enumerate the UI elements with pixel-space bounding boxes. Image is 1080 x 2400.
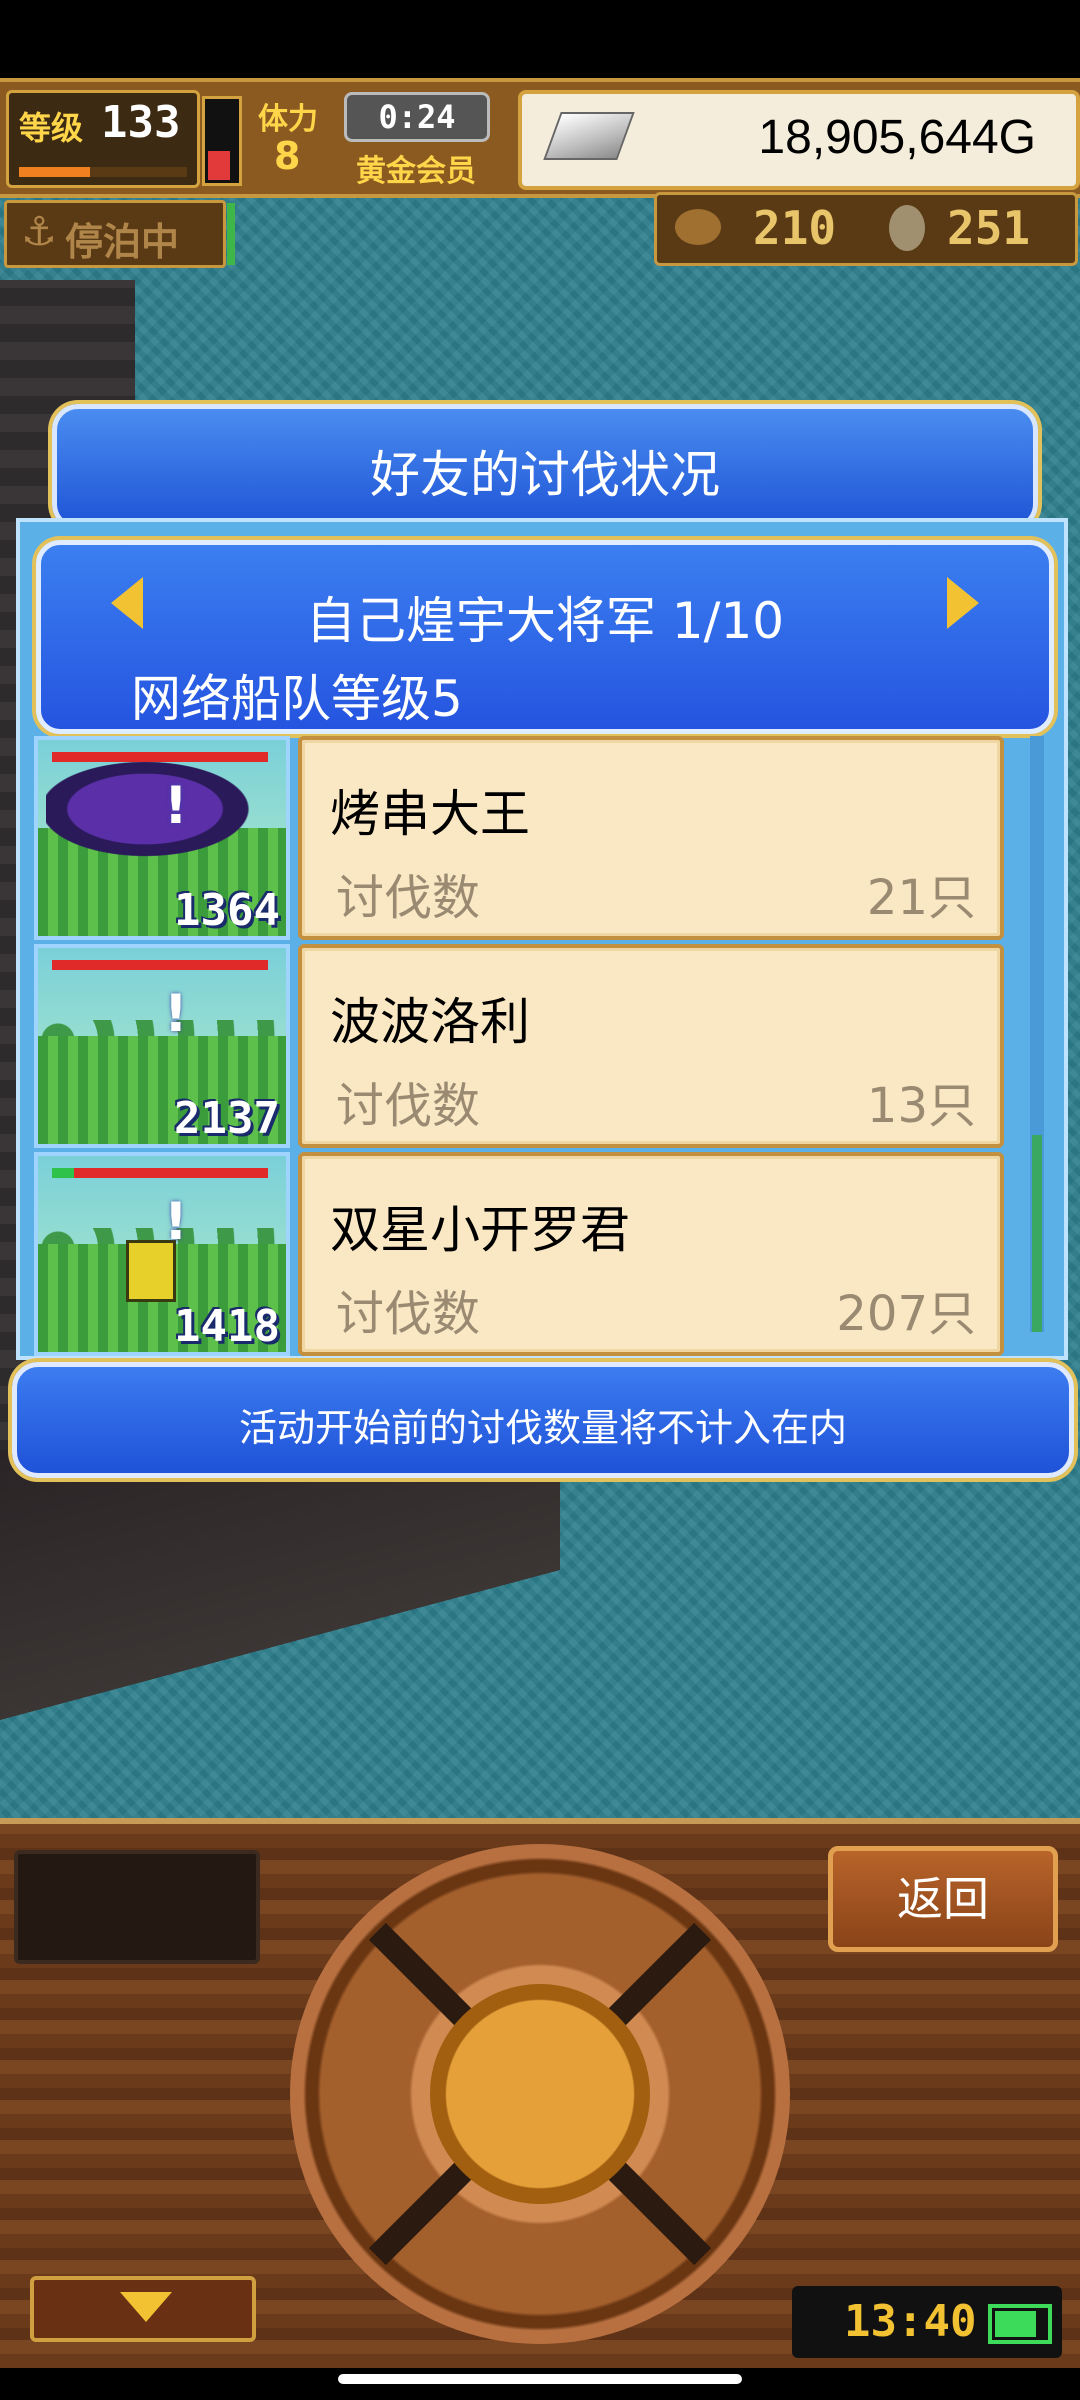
dpad[interactable] — [290, 1844, 790, 2344]
purple-monster-icon — [46, 754, 266, 864]
empty-slot — [14, 1850, 260, 1964]
docked-status: ⚓ 停泊中 — [4, 200, 235, 268]
xp-bar-fill — [19, 167, 90, 177]
kill-count-value: 207只 — [836, 1286, 976, 1342]
resource-panel: 210 251 — [654, 192, 1078, 266]
coin-icon — [889, 205, 925, 251]
stamina-timer: 0:24 — [344, 92, 490, 142]
hp-bar — [52, 1168, 268, 1178]
stamina-label: 体力 — [258, 102, 318, 137]
level-value: 133 — [101, 97, 181, 148]
list-item[interactable]: ! 2137 波波洛利 讨伐数 13只 — [34, 944, 1034, 1148]
clock-panel: 13:40 — [792, 2286, 1062, 2358]
ship-deck — [0, 1450, 560, 1750]
friend-thumbnail: ! 2137 — [34, 944, 290, 1148]
kill-count-label: 讨伐数 — [336, 870, 481, 926]
chevron-down-icon — [120, 2292, 172, 2322]
kill-count-value: 13只 — [866, 1078, 976, 1134]
status-indicator — [227, 203, 235, 265]
list-item[interactable]: ! 1418 双星小开罗君 讨伐数 207只 — [34, 1152, 1034, 1356]
level-panel: 等级 133 — [6, 90, 200, 188]
battery-fill — [995, 2311, 1036, 2337]
alert-icon: ! — [164, 984, 188, 1044]
player-header: 自己煌宇大将军 1/10 网络船队等级5 — [36, 540, 1054, 734]
controller-panel: 返回 13:40 — [0, 1818, 1080, 2368]
hp-bar-fill — [52, 1168, 268, 1178]
collapse-button[interactable] — [30, 2276, 256, 2342]
membership-badge: 黄金会员 — [356, 154, 476, 189]
docked-status-text: 停泊中 — [65, 220, 180, 264]
player-name: 自己煌宇大将军 1/10 — [305, 592, 785, 650]
alert-icon: ! — [164, 776, 188, 836]
friend-name: 烤串大王 — [330, 785, 530, 843]
friend-card[interactable]: 烤串大王 讨伐数 21只 — [298, 736, 1004, 940]
friend-thumbnail: ! 1364 — [34, 736, 290, 940]
silver-ingot-icon — [543, 112, 635, 160]
gold-value: 18,905,644G — [758, 111, 1036, 164]
resource-1-value: 210 — [753, 201, 837, 255]
alert-icon: ! — [164, 1192, 188, 1252]
friend-card[interactable]: 双星小开罗君 讨伐数 207只 — [298, 1152, 1004, 1356]
gold-panel: 18,905,644G — [518, 90, 1080, 190]
hp-bar — [52, 960, 268, 970]
friend-name: 波波洛利 — [330, 993, 530, 1051]
home-indicator[interactable] — [338, 2374, 742, 2384]
resource-2-value: 251 — [947, 201, 1031, 255]
food-icon — [675, 209, 721, 245]
battery-icon — [988, 2304, 1052, 2344]
top-hud: 等级 133 体力 8 0:24 黄金会员 18,905,644G — [0, 78, 1080, 198]
dpad-center-button[interactable] — [430, 1984, 650, 2204]
power-value: 2137 — [174, 1093, 280, 1144]
anchor-icon: ⚓ — [21, 209, 57, 255]
friend-card[interactable]: 波波洛利 讨伐数 13只 — [298, 944, 1004, 1148]
dialog-title: 好友的讨伐状况 — [370, 446, 720, 504]
kill-count-label: 讨伐数 — [336, 1286, 481, 1342]
hp-bar-remaining — [52, 1168, 74, 1178]
power-value: 1418 — [174, 1301, 280, 1352]
stamina-panel: 体力 8 0:24 黄金会员 — [248, 90, 508, 189]
footer-note: 活动开始前的讨伐数量将不计入在内 — [238, 1406, 847, 1450]
stamina-value: 8 — [274, 134, 301, 178]
hp-bar-fill — [52, 752, 268, 762]
back-button[interactable]: 返回 — [828, 1846, 1058, 1952]
footer-note-bar: 活动开始前的讨伐数量将不计入在内 — [12, 1362, 1074, 1478]
friend-thumbnail: ! 1418 — [34, 1152, 290, 1356]
friends-panel: 自己煌宇大将军 1/10 网络船队等级5 ! 1364 烤串大王 讨伐数 21只 — [16, 518, 1068, 1360]
clock-time: 13:40 — [844, 2296, 977, 2347]
dialog-title-bar: 好友的讨伐状况 — [52, 404, 1038, 530]
level-label: 等级 — [19, 109, 84, 147]
xp-bar — [19, 167, 187, 177]
list-item[interactable]: ! 1364 烤串大王 讨伐数 21只 — [34, 736, 1034, 940]
health-gauge-fill — [208, 151, 230, 180]
kill-count-label: 讨伐数 — [336, 1078, 481, 1134]
fleet-level: 网络船队等级5 — [131, 670, 463, 728]
kill-count-value: 21只 — [866, 870, 976, 926]
health-gauge — [202, 96, 242, 186]
list-scrollbar[interactable] — [1030, 736, 1044, 1332]
hp-bar-fill — [52, 960, 268, 970]
friend-name: 双星小开罗君 — [330, 1201, 630, 1259]
scrollbar-thumb[interactable] — [1032, 1135, 1042, 1332]
power-value: 1364 — [174, 885, 280, 936]
hp-bar — [52, 752, 268, 762]
